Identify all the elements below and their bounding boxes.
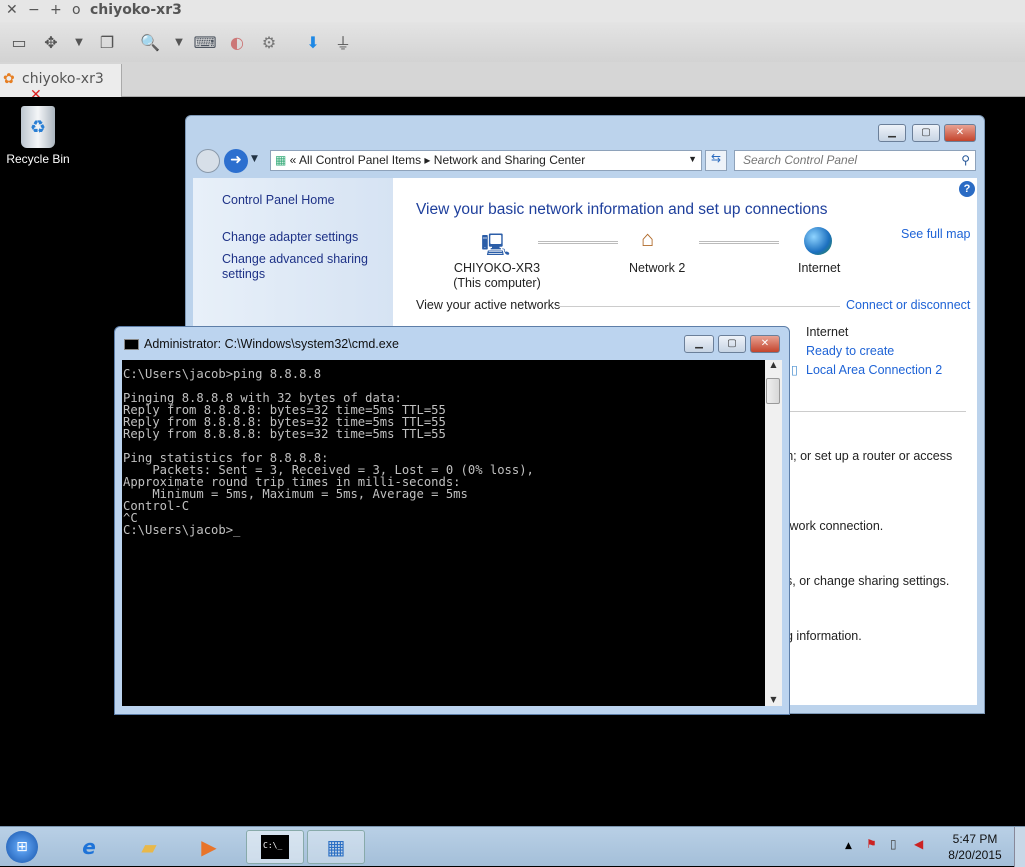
console-line: Reply from 8.8.8.8: bytes=32 time=5ms TT… (123, 427, 446, 441)
window-icon[interactable]: ▭ (6, 30, 32, 54)
viewer-title: chiyoko-xr3 (90, 2, 182, 18)
ethernet-icon: ▯ (791, 363, 798, 377)
toggle-icon[interactable]: ◐ (224, 30, 250, 54)
dropdown-icon[interactable]: ▼ (66, 30, 92, 54)
taskbar: ⊞ e ▰ ▶ C:\_ ▦ ▲ ⚑ ▯ ◀ 5:47 PM 8/20/2015 (0, 826, 1025, 867)
internet-label: Internet (798, 261, 841, 275)
refresh-button[interactable]: ⇆ (705, 150, 727, 171)
show-desktop-button[interactable] (1014, 827, 1025, 867)
dropdown-icon[interactable]: ▼ (166, 30, 192, 54)
change-advanced-sharing-link[interactable]: Change advanced sharing settings (222, 252, 372, 282)
close-button[interactable]: ✕ (750, 335, 780, 353)
console-line: Control-C (123, 499, 190, 513)
file-explorer-icon[interactable]: ▰ (120, 830, 178, 864)
back-button[interactable] (196, 149, 220, 173)
breadcrumb-network-center[interactable]: Network and Sharing Center (434, 153, 585, 167)
tab-label: chiyoko-xr3 (22, 71, 104, 87)
internet-explorer-icon[interactable]: e (60, 830, 118, 864)
breadcrumb-all-items[interactable]: All Control Panel Items (299, 153, 421, 167)
clock[interactable]: 5:47 PM 8/20/2015 (940, 831, 1010, 863)
settings-icon[interactable]: ⚙ (256, 30, 282, 54)
media-player-icon[interactable]: ▶ (180, 830, 238, 864)
troubleshoot-text: g information. (786, 629, 862, 643)
search-placeholder: Search Control Panel (743, 153, 858, 167)
windows-logo-icon: ⊞ (6, 831, 38, 863)
tab-bar (0, 62, 1025, 97)
taskbar-cmd[interactable]: C:\_ (246, 830, 304, 864)
computer-label: CHIYOKO-XR3 (This computer) (443, 261, 551, 291)
start-button[interactable]: ⊞ (0, 830, 44, 864)
scroll-thumb[interactable] (766, 378, 780, 404)
active-networks-label: View your active networks (416, 298, 567, 312)
computer-sub: (This computer) (453, 276, 541, 290)
minimize-button[interactable]: ▁ (684, 335, 714, 353)
vertical-scrollbar[interactable]: ▲ ▼ (765, 360, 782, 706)
console-line: C:\Users\jacob>ping 8.8.8.8 (123, 367, 322, 381)
close-button[interactable]: ✕ (944, 124, 976, 142)
forward-button[interactable]: ➜ (224, 149, 248, 173)
network-label[interactable]: Network 2 (629, 261, 685, 275)
page-heading: View your basic network information and … (416, 201, 828, 218)
fullscreen-icon[interactable]: ✥ (38, 30, 64, 54)
taskbar-control-panel[interactable]: ▦ (307, 830, 365, 864)
tab-chiyoko-xr3[interactable]: ✿ chiyoko-xr3 ✕ (0, 64, 122, 103)
plug-icon[interactable]: ⏚ (330, 30, 356, 54)
cmd-icon (124, 339, 139, 350)
change-adapter-settings-link[interactable]: Change adapter settings (222, 230, 358, 244)
homegroup-sharing-text: s, or change sharing settings. (786, 574, 950, 588)
clock-time: 5:47 PM (952, 832, 998, 846)
map-line (538, 241, 618, 244)
map-line (699, 241, 779, 244)
globe-icon (804, 227, 832, 255)
house-icon: ⌂ (641, 226, 655, 251)
clock-date: 8/20/2015 (948, 848, 1002, 862)
console-output[interactable]: C:\Users\jacob>ping 8.8.8.8 Pinging 8.8.8… (122, 360, 765, 706)
volume-icon[interactable]: ◀ (914, 837, 923, 851)
maximize-icon[interactable]: + (50, 2, 62, 18)
restore-icon[interactable]: o (72, 2, 81, 18)
recycle-bin-icon: ♻ (21, 106, 55, 148)
scroll-down-icon[interactable]: ▼ (765, 695, 782, 704)
keyboard-icon[interactable]: ⌨ (192, 30, 218, 54)
divider (558, 306, 840, 307)
local-area-connection-link[interactable]: Local Area Connection 2 (806, 363, 942, 377)
minimize-button[interactable]: ▁ (878, 124, 906, 142)
connect-disconnect-link[interactable]: Connect or disconnect (846, 298, 970, 312)
recycle-bin-label: Recycle Bin (6, 152, 70, 166)
address-bar[interactable]: ▦ « All Control Panel Items ▸ Network an… (270, 150, 702, 171)
computer-name: CHIYOKO-XR3 (453, 261, 541, 275)
recycle-bin[interactable]: ♻ Recycle Bin (4, 104, 72, 166)
recent-pages-dropdown[interactable]: ▼ (251, 154, 258, 164)
search-input[interactable]: Search Control Panel ⚲ (734, 150, 976, 171)
search-icon[interactable]: ⚲ (961, 153, 970, 167)
maximize-button[interactable]: ▢ (912, 124, 940, 142)
zoom-icon[interactable]: 🔍 (137, 30, 163, 54)
network-icon[interactable]: ▯ (890, 837, 897, 851)
console-line: C:\Users\jacob>_ (123, 523, 241, 537)
minimize-icon[interactable]: − (28, 2, 40, 18)
viewer-toolbar: ▭ ✥ ▼ ❐ 🔍 ▼ ⌨ ◐ ⚙ ⬇ ⏚ (0, 22, 1025, 64)
address-dropdown-icon[interactable]: ▼ (688, 154, 697, 164)
help-icon[interactable]: ? (959, 181, 975, 197)
console-line: Minimum = 5ms, Maximum = 5ms, Average = … (123, 487, 468, 501)
maximize-button[interactable]: ▢ (718, 335, 746, 353)
divider (773, 411, 966, 412)
action-center-icon[interactable]: ⚑ (866, 837, 877, 851)
access-type-value: Internet (806, 325, 849, 339)
windows-icon[interactable]: ❐ (94, 30, 120, 54)
cmd-title: Administrator: C:\Windows\system32\cmd.e… (144, 337, 399, 351)
control-panel-home-link[interactable]: Control Panel Home (222, 193, 335, 207)
cmd-taskbar-icon: C:\_ (261, 835, 289, 859)
download-icon[interactable]: ⬇ (300, 30, 326, 54)
setup-connection-text: tion; or set up a router or access (773, 449, 953, 463)
homegroup-link[interactable]: Ready to create (806, 344, 894, 358)
scroll-up-icon[interactable]: ▲ (765, 360, 782, 369)
show-hidden-icons[interactable]: ▲ (845, 841, 852, 851)
close-icon[interactable]: ✕ (6, 2, 18, 18)
control-panel-icon: ▦ (275, 153, 287, 167)
viewer-titlebar: ✕ − + o chiyoko-xr3 (0, 0, 1025, 22)
see-full-map-link[interactable]: See full map (901, 227, 970, 241)
connect-network-text: twork connection. (786, 519, 884, 533)
remote-icon: ✿ (3, 71, 15, 87)
